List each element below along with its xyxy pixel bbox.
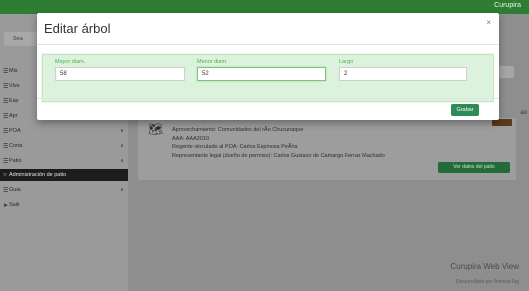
chevron-down-icon: ∨ (120, 187, 124, 193)
form-panel: Mayor diam. 58 Menor diam. 52 Largo 2 (42, 54, 494, 102)
footer-subtitle: Desarrollado por AnimaeTag (455, 279, 519, 285)
sidebar-item-salir[interactable]: ➤ Salir (0, 199, 128, 211)
modal-body: Mayor diam. 58 Menor diam. 52 Largo 2 (41, 53, 494, 103)
mayor-diam-input[interactable]: 58 (55, 67, 185, 81)
menu-icon: ☰ (3, 187, 9, 194)
sidebar-item-guia[interactable]: ☰ Guia ∨ (0, 184, 128, 196)
close-icon[interactable]: × (486, 19, 491, 27)
modal-title: Editar árbol (44, 21, 111, 36)
chevron-down-icon: ∨ (120, 143, 124, 149)
patio-card: 🗺 Aprovechamiento: Comunidades del rÃo C… (138, 118, 516, 180)
menu-icon: ☰ (3, 158, 9, 165)
menu-icon: ☰ (3, 113, 9, 120)
sidebar-search-label: Sea (13, 36, 23, 42)
largo-input[interactable]: 2 (339, 67, 467, 81)
sidebar-item-poa[interactable]: ☰ POA ∨ (0, 125, 128, 137)
modal-header-divider (37, 44, 499, 45)
edit-tree-modal: Editar árbol × Mayor diam. 58 Menor diam… (37, 13, 499, 120)
menu-icon: ☰ (3, 98, 9, 105)
card-line-regente: Regente vinculado al POA: Carlos Espinos… (172, 144, 298, 150)
chevron-down-icon: ∨ (120, 128, 124, 134)
menu-icon: ☰ (3, 68, 9, 75)
card-line-representante: Representante legal (dueño de permiso): … (172, 153, 385, 159)
circle-icon: ○ (3, 172, 7, 178)
brand-name: Curupira (494, 2, 521, 9)
sidebar-item-label: Salir (9, 202, 21, 208)
footer-title: Curupira Web View (450, 262, 519, 271)
card-line-aaa: AAA: AAA2010 (172, 136, 209, 142)
menu-icon: ☰ (3, 128, 9, 135)
chevron-up-icon: ∧ (120, 158, 124, 164)
sidebar-item-label: Administración de patio (9, 172, 67, 178)
sidebar-item-patio[interactable]: ☰ Patio ∧ (0, 155, 128, 167)
sidebar-item-label: POA (9, 128, 21, 134)
sidebar-item-label: Patio (9, 158, 22, 164)
menor-diam-input[interactable]: 52 (197, 67, 326, 81)
modal-footer-divider (37, 98, 499, 99)
menor-diam-label: Menor diam. (197, 59, 228, 65)
sidebar-item-administracion-de-patio[interactable]: ○ Administración de patio (0, 169, 128, 181)
card-line-aprovechamiento: Aprovechamiento: Comunidades del rÃo Chu… (172, 127, 304, 133)
status-badge (492, 119, 512, 126)
mayor-diam-label: Mayor diam. (55, 59, 86, 65)
map-icon: 🗺 (148, 122, 164, 136)
sidebar-item-label: Guia (9, 187, 21, 193)
save-button[interactable]: Grabar (451, 104, 479, 116)
menu-icon: ☰ (3, 83, 9, 90)
side-number: ao (520, 110, 527, 116)
topbar: Curupira (0, 0, 529, 14)
menu-icon: ☰ (3, 143, 9, 150)
largo-label: Largo (339, 59, 354, 65)
sidebar-item-corta[interactable]: ☰ Corta ∨ (0, 140, 128, 152)
view-patio-button[interactable]: Ver datos del patio (438, 162, 510, 173)
logout-icon: ➤ (3, 202, 9, 209)
sidebar-item-label: Corta (9, 143, 23, 149)
